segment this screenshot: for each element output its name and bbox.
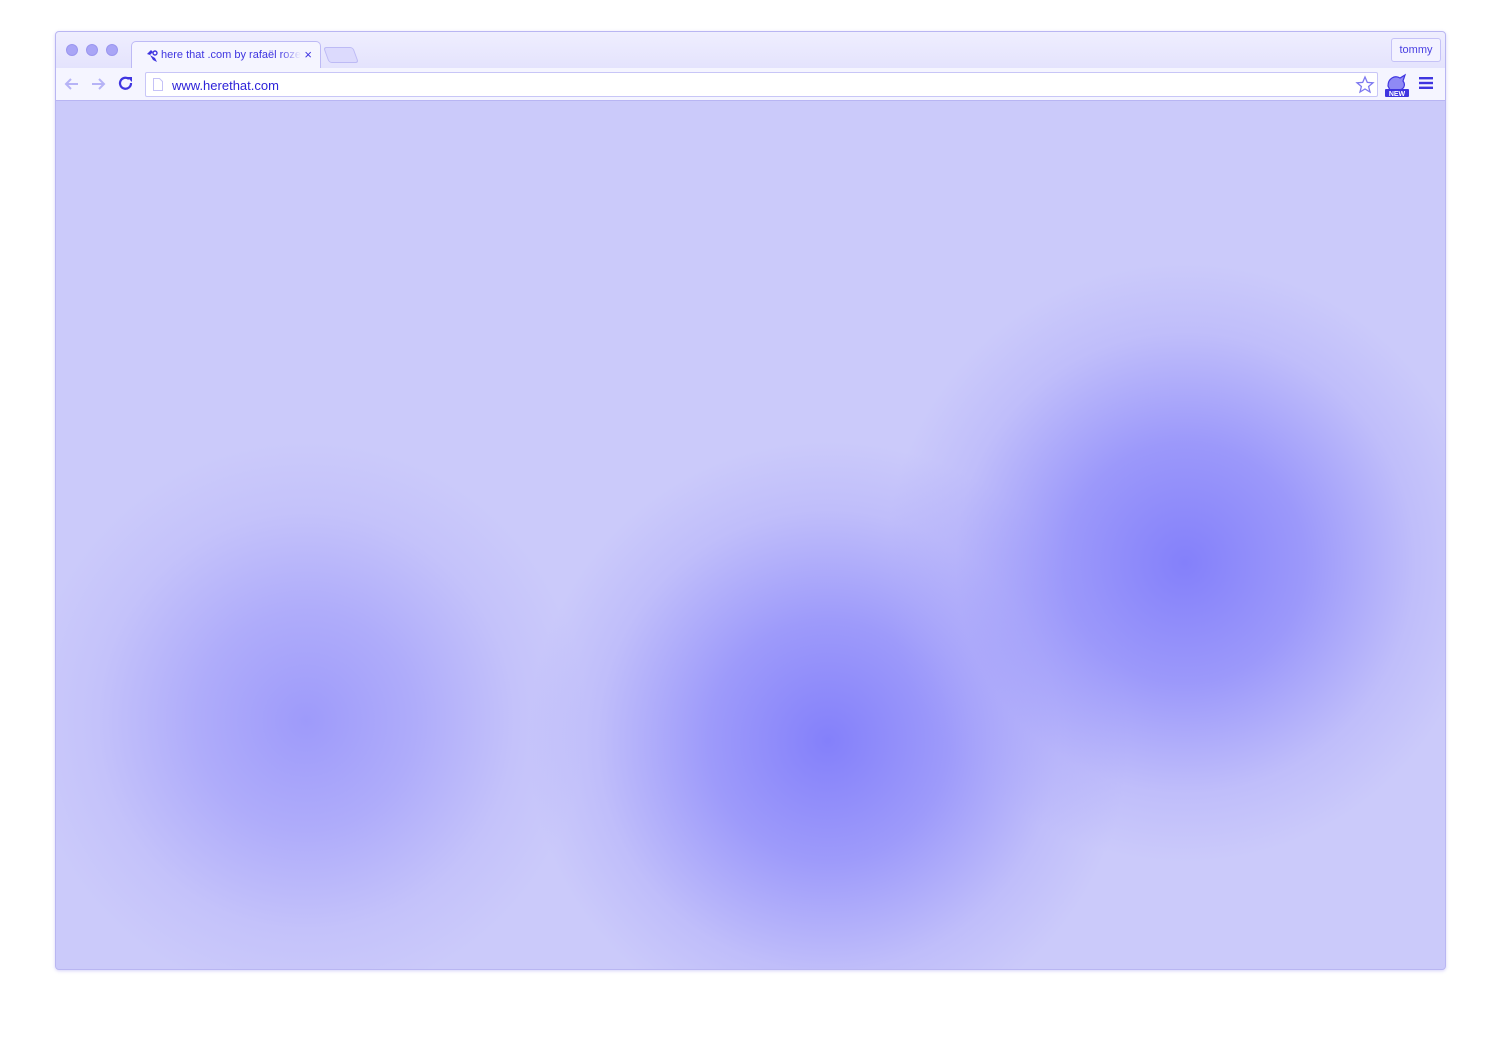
star-icon[interactable] (1355, 75, 1375, 95)
profile-button[interactable]: tommy (1391, 38, 1441, 62)
extension-icon[interactable]: NEW (1384, 72, 1410, 98)
tab-close-button[interactable]: × (304, 47, 312, 62)
browser-window: here that .com by rafaël rozendaal × tom… (55, 31, 1446, 970)
address-bar[interactable]: www.herethat.com (145, 72, 1378, 97)
minimize-window-button[interactable] (86, 44, 98, 56)
maximize-window-button[interactable] (106, 44, 118, 56)
favicon-icon (147, 50, 158, 62)
tab-active[interactable]: here that .com by rafaël rozendaal × (131, 41, 321, 69)
back-arrow-icon[interactable] (62, 74, 82, 94)
hamburger-menu-icon[interactable] (1419, 76, 1433, 90)
reload-icon[interactable] (116, 74, 136, 94)
toolbar: www.herethat.com NEW (56, 68, 1445, 101)
url-text[interactable]: www.herethat.com (172, 78, 279, 93)
new-tab-button[interactable] (323, 47, 359, 63)
page-content[interactable] (56, 101, 1445, 969)
tab-strip: here that .com by rafaël rozendaal × tom… (56, 32, 1445, 69)
page-icon (153, 78, 163, 91)
extension-badge: NEW (1389, 91, 1406, 98)
tab-title: here that .com by rafaël rozendaal (161, 49, 301, 61)
forward-arrow-icon[interactable] (88, 74, 108, 94)
close-window-button[interactable] (66, 44, 78, 56)
